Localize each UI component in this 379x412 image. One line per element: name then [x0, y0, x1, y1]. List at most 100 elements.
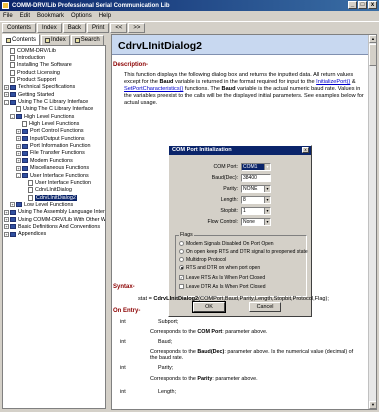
tree-item-label: User Interface Functions — [30, 172, 89, 179]
browse-previous-button[interactable]: << — [110, 22, 128, 33]
parity-select[interactable]: NONE ▼ — [241, 184, 271, 193]
expand-icon[interactable]: + — [16, 136, 21, 142]
flow-control-select[interactable]: None ▼ — [241, 217, 271, 226]
expand-icon[interactable]: + — [4, 217, 9, 223]
tree-item[interactable]: + Port Control Functions — [3, 128, 105, 135]
book-icon — [10, 84, 16, 90]
tree-item[interactable]: Introduction — [3, 54, 105, 62]
tree-item[interactable]: + Appendices — [3, 231, 105, 238]
tree-item[interactable]: CdrvLInitDialog — [3, 187, 105, 194]
tree-item[interactable]: + Low Level Functions — [3, 201, 105, 208]
tree-item[interactable]: Product Licensing — [3, 69, 105, 76]
param-desc-part: : parameter above. — [222, 329, 268, 335]
ok-button[interactable]: OK — [192, 301, 226, 313]
tree-item[interactable]: User Interface Function — [3, 179, 105, 186]
radio-icon — [179, 257, 184, 262]
back-button[interactable]: Back — [62, 22, 87, 33]
on-entry-label: On Entry- — [113, 308, 141, 314]
tree-item[interactable]: CdrvLInitDialog2 — [3, 194, 105, 201]
expand-icon[interactable]: + — [16, 128, 21, 134]
tree-item[interactable]: + Modem Functions — [3, 157, 105, 164]
scroll-up-icon[interactable]: ▲ — [369, 35, 376, 43]
browse-next-button[interactable]: >> — [128, 22, 146, 33]
scroll-thumb[interactable] — [369, 44, 376, 66]
contents-tree[interactable]: COMM-DRV/Lib Introduction Installing The S… — [2, 45, 106, 409]
tab-index[interactable]: Index — [41, 35, 70, 45]
tree-item[interactable]: Installing The Software — [3, 62, 105, 69]
maximize-button[interactable]: □ — [358, 1, 367, 9]
book-icon — [10, 99, 16, 105]
tree-item[interactable]: COMM-DRV/Lib — [3, 47, 105, 54]
baud-input[interactable]: 38400 — [241, 173, 271, 182]
collapse-icon[interactable]: - — [4, 99, 9, 105]
chevron-down-icon[interactable]: ▼ — [264, 218, 270, 225]
menu-bookmark[interactable]: Bookmark — [37, 13, 64, 19]
scroll-down-icon[interactable]: ▼ — [369, 401, 376, 409]
com-port-select[interactable]: COM1 ▼ — [241, 162, 271, 171]
tree-item[interactable]: + Port Information Function — [3, 142, 105, 149]
menu-options[interactable]: Options — [71, 13, 92, 19]
tree-item[interactable]: + Technical Specifications — [3, 84, 105, 91]
expand-icon[interactable]: + — [16, 165, 21, 171]
menu-help[interactable]: Help — [99, 13, 111, 19]
menu-edit[interactable]: Edit — [20, 13, 30, 19]
expand-icon[interactable]: + — [4, 92, 9, 98]
vertical-scrollbar[interactable]: ▲ ▼ — [368, 35, 376, 409]
cancel-button[interactable]: Cancel — [249, 302, 281, 312]
param-type: int — [120, 339, 126, 345]
radio-keep-preopened[interactable]: On open keep RTS and DTR signal to preop… — [179, 248, 308, 255]
tab-search[interactable]: Search — [70, 35, 104, 45]
dialog-close-icon[interactable]: x — [302, 147, 309, 153]
contents-button[interactable]: Contents — [2, 22, 37, 33]
tree-item[interactable]: - High Level Functions — [3, 113, 105, 120]
tree-item[interactable]: + File Transfer Functions — [3, 150, 105, 157]
radio-rts-dtr-on[interactable]: RTS and DTR on when port open — [179, 264, 260, 271]
tree-item[interactable]: + Using The Assembly Language Inter — [3, 209, 105, 216]
stopbit-select[interactable]: 1 ▼ — [241, 206, 271, 215]
tab-search-label: Search — [80, 37, 100, 43]
tab-contents[interactable]: Contents — [2, 34, 41, 45]
menu-file[interactable]: File — [3, 13, 13, 19]
collapse-icon[interactable]: - — [10, 114, 15, 120]
expand-icon[interactable]: + — [4, 84, 9, 90]
tree-item[interactable]: + Basic Definitions And Conventions — [3, 223, 105, 230]
length-select[interactable]: 8 ▼ — [241, 195, 271, 204]
tree-item[interactable]: + Using COMM-DRV/Lib With Other W — [3, 216, 105, 223]
chevron-down-icon[interactable]: ▼ — [264, 207, 270, 214]
expand-icon[interactable]: + — [16, 150, 21, 156]
tree-item-label: Using COMM-DRV/Lib With Other W — [18, 216, 106, 223]
tree-item[interactable]: - Using The C Library Interface — [3, 98, 105, 105]
expand-icon[interactable]: + — [4, 209, 9, 215]
tree-item[interactable]: - User Interface Functions — [3, 172, 105, 179]
close-button[interactable]: x — [368, 1, 377, 9]
tree-item[interactable]: Using The C Library Interface — [3, 106, 105, 113]
tree-item[interactable]: Product Support — [3, 76, 105, 84]
radio-modem-disabled[interactable]: Modem Signals Disabled On Port Open — [179, 240, 274, 247]
chevron-down-icon[interactable]: ▼ — [264, 185, 270, 192]
com-port-dialog: COM Port Initialization x COM Port: COM1… — [168, 145, 312, 317]
tree-item[interactable]: + Miscellaneous Functions — [3, 165, 105, 172]
chevron-down-icon[interactable]: ▼ — [264, 163, 270, 170]
expand-icon[interactable]: + — [16, 143, 21, 149]
chevron-down-icon[interactable]: ▼ — [264, 196, 270, 203]
tree-item-label: Modem Functions — [30, 157, 73, 164]
checkbox-leave-dtr[interactable]: Leave DTR As Is When Port Closed — [179, 283, 265, 290]
index-button[interactable]: Index — [37, 22, 62, 33]
minimize-button[interactable]: _ — [348, 1, 357, 9]
parity-value: NONE — [243, 185, 258, 192]
expand-icon[interactable]: + — [10, 202, 15, 208]
tree-item[interactable]: + Input/Output Functions — [3, 135, 105, 142]
setportcharacteristics-link[interactable]: SetPortCharacteristics() — [124, 86, 183, 92]
expand-icon[interactable]: + — [4, 231, 9, 237]
tree-item[interactable]: + Getting Started — [3, 91, 105, 98]
expand-icon[interactable]: + — [4, 224, 9, 230]
expand-icon[interactable]: + — [16, 158, 21, 164]
collapse-icon[interactable]: - — [16, 173, 21, 179]
tree-item-label: Port Information Function — [30, 143, 91, 150]
initializeport-link[interactable]: InitializePort() — [316, 79, 350, 85]
tree-item[interactable]: High Level Functions — [3, 120, 105, 128]
print-button[interactable]: Print — [87, 22, 110, 33]
param-name: Baud; — [158, 339, 173, 345]
checkbox-leave-rts[interactable]: ✓ Leave RTS As Is When Port Closed — [179, 274, 265, 281]
radio-multidrop[interactable]: Multidrop Protocol — [179, 256, 226, 263]
